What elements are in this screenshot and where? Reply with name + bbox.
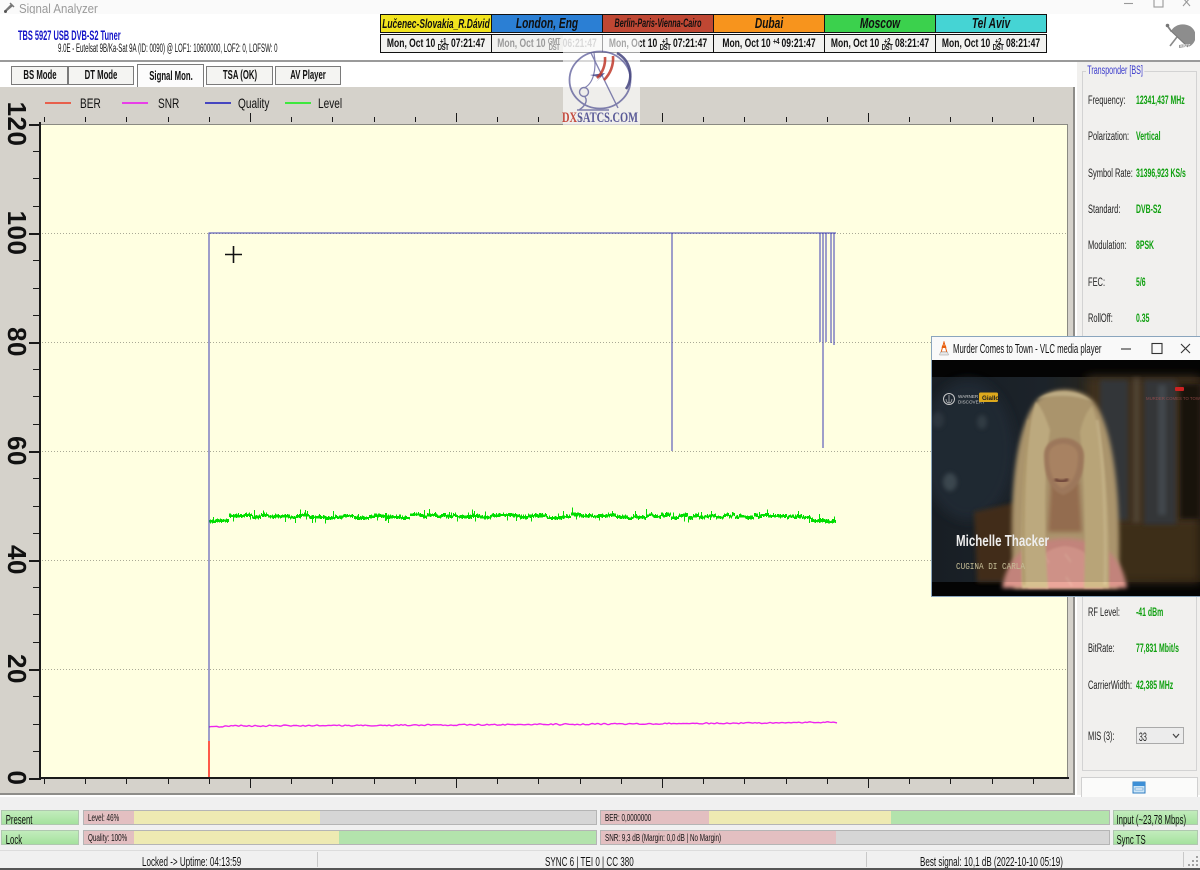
svg-text:CUGINA DI CARLA: CUGINA DI CARLA xyxy=(956,562,1026,572)
svg-text:Michelle Thacker: Michelle Thacker xyxy=(956,533,1049,550)
svg-text:Giallo: Giallo xyxy=(982,395,999,402)
svg-text:MURDER COMES TO TOWN: MURDER COMES TO TOWN xyxy=(1146,396,1200,401)
svg-text:DXSATCS.COM: DXSATCS.COM xyxy=(562,110,638,126)
